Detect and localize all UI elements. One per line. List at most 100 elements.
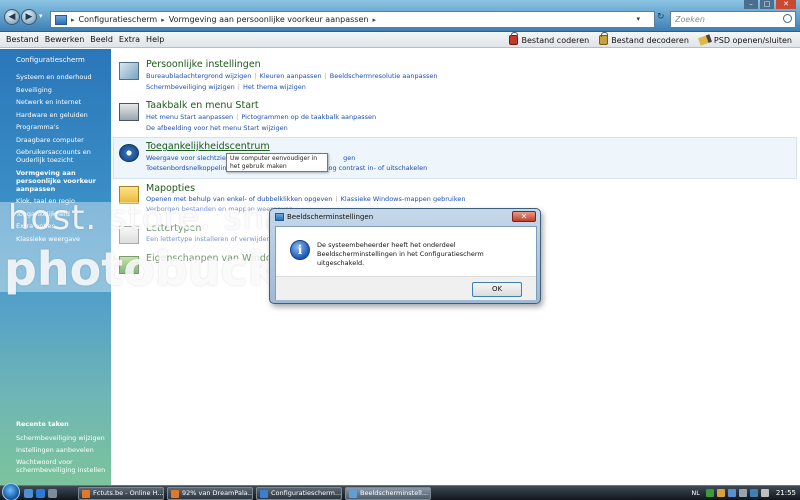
minimize-button[interactable]: – <box>744 0 758 9</box>
psd-toggle-button[interactable]: PSD openen/sluiten <box>697 34 792 46</box>
sidebar-links: Systeem en onderhoud Beveiliging Netwerk… <box>16 73 108 247</box>
link-row: Een lettertype installeren of verwijdere… <box>146 235 280 243</box>
task-link[interactable]: Bureaubladachtergrond wijzigen <box>146 72 251 80</box>
sidebar-item-hardware[interactable]: Hardware en geluiden <box>16 111 108 119</box>
message-dialog: Beeldscherminstellingen ✕ i De systeembe… <box>269 208 541 304</box>
unlock-icon <box>599 32 609 45</box>
breadcrumb-control-panel[interactable]: Configuratiescherm <box>79 15 158 24</box>
task-label: Fctuts.be - Online H... <box>93 489 164 497</box>
start-button[interactable] <box>2 483 20 500</box>
ok-button[interactable]: OK <box>472 282 522 297</box>
category-title[interactable]: Taakbalk en menu Start <box>146 100 259 111</box>
decode-file-button[interactable]: Bestand decoderen <box>599 32 689 45</box>
quick-launch <box>24 489 57 498</box>
link-row: Openen met behulp van enkel- of dubbelkl… <box>146 195 468 203</box>
sidebar-item-accessibility[interactable]: Toegankelijkheid <box>16 210 108 218</box>
address-bar: ◀ ▶ ▾ ▸ Configuratiescherm ▸ Vormgeving … <box>0 0 800 32</box>
link-separator: | <box>236 113 239 121</box>
tray-app-icon[interactable] <box>738 489 747 497</box>
task-link[interactable]: Toetsenbordsnelkoppeling <box>146 164 231 172</box>
sidebar-item-extra-options[interactable]: Extra opties <box>16 222 108 230</box>
task-link[interactable]: Kleuren aanpassen <box>260 72 322 80</box>
category-title[interactable]: Lettertypen <box>146 223 201 234</box>
recent-tasks: Recente taken Schermbeveiliging wijzigen… <box>16 420 108 478</box>
menu-tools[interactable]: Extra <box>119 35 140 44</box>
clock[interactable]: 21:55 <box>776 489 796 497</box>
forward-button[interactable]: ▶ <box>21 9 37 25</box>
control-panel-icon <box>260 490 268 498</box>
task-link[interactable]: Het thema wijzigen <box>243 83 306 91</box>
dialog-title: Beeldscherminstellingen <box>287 213 374 221</box>
recent-tasks-heading: Recente taken <box>16 420 69 428</box>
security-icon[interactable] <box>716 489 725 497</box>
taskbar-task[interactable]: Beeldscherminstell... <box>345 487 431 500</box>
dialog-close-button[interactable]: ✕ <box>512 211 536 222</box>
taskbar-task[interactable]: 92% van DreamPala... <box>167 487 253 500</box>
dialog-titlebar[interactable]: Beeldscherminstellingen ✕ <box>270 209 540 225</box>
link-row: De afbeelding voor het menu Start wijzig… <box>146 124 291 132</box>
windows-sidebar-icon <box>119 256 139 274</box>
chevron-right-icon: ▸ <box>372 15 376 24</box>
encode-file-label: Bestand coderen <box>521 35 590 45</box>
lock-icon <box>509 32 519 45</box>
search-icon[interactable] <box>783 14 792 23</box>
task-link[interactable]: Hoog contrast in- of uitschakelen <box>320 164 428 172</box>
volume-icon[interactable] <box>760 489 769 497</box>
encode-file-button[interactable]: Bestand coderen <box>509 32 590 45</box>
language-indicator[interactable]: NL <box>691 489 699 497</box>
taskbar-task[interactable]: Fctuts.be - Online H... <box>78 487 164 500</box>
refresh-button[interactable]: ↻ <box>657 12 669 26</box>
recent-pages-dropdown[interactable]: ▾ <box>39 12 43 20</box>
task-link[interactable]: Schermbeveiliging wijzigen <box>146 83 235 91</box>
task-link[interactable]: Een lettertype installeren of verwijdere… <box>146 235 277 243</box>
sidebar-item-programs[interactable]: Programma's <box>16 123 108 131</box>
taskbar-task[interactable]: Configuratiescherm... <box>256 487 342 500</box>
chevron-down-icon[interactable]: ▾ <box>636 12 640 27</box>
address-field[interactable]: ▸ Configuratiescherm ▸ Vormgeving aan pe… <box>50 11 655 28</box>
tray-app-icon[interactable] <box>749 489 758 497</box>
recent-task-link[interactable]: Instellingen aanbevelen <box>16 446 108 454</box>
category-title[interactable]: Mapopties <box>146 183 195 194</box>
switch-windows-icon[interactable] <box>48 489 57 498</box>
system-tray: NL 21:55 <box>691 486 800 500</box>
breadcrumb-appearance[interactable]: Vormgeving aan persoonlijke voorkeur aan… <box>169 15 369 24</box>
task-link[interactable]: Weergave voor slechtziend <box>146 154 234 162</box>
link-separator: | <box>254 72 257 80</box>
sidebar-item-clock-language[interactable]: Klok, taal en regio <box>16 197 108 205</box>
category-personalization: Persoonlijke instellingen Bureaubladacht… <box>119 59 679 99</box>
back-button[interactable]: ◀ <box>4 9 20 25</box>
sidebar-home-link[interactable]: Configuratiescherm <box>16 56 85 64</box>
task-link[interactable]: Het menu Start aanpassen <box>146 113 233 121</box>
task-link[interactable]: Pictogrammen op de taakbalk aanpassen <box>241 113 376 121</box>
internet-explorer-icon[interactable] <box>36 489 45 498</box>
close-button[interactable]: ✕ <box>776 0 796 9</box>
show-desktop-icon[interactable] <box>24 489 33 498</box>
maximize-button[interactable]: □ <box>760 0 774 9</box>
decode-file-label: Bestand decoderen <box>611 35 689 45</box>
display-settings-icon <box>349 490 357 498</box>
sidebar-item-security[interactable]: Beveiliging <box>16 86 108 94</box>
task-link[interactable]: De afbeelding voor het menu Start wijzig… <box>146 124 288 132</box>
menu-view[interactable]: Beeld <box>90 35 113 44</box>
recent-task-link[interactable]: Schermbeveiliging wijzigen <box>16 434 108 442</box>
task-label: Configuratiescherm... <box>271 489 342 497</box>
menu-file[interactable]: Bestand <box>6 35 39 44</box>
network-icon[interactable] <box>705 489 714 497</box>
task-link[interactable]: gen <box>343 154 355 162</box>
menu-edit[interactable]: Bewerken <box>45 35 85 44</box>
task-link[interactable]: Beeldschermresolutie aanpassen <box>330 72 438 80</box>
menu-help[interactable]: Help <box>146 35 164 44</box>
search-input[interactable]: Zoeken <box>670 11 796 28</box>
recent-task-link[interactable]: Wachtwoord voor schermbeveiliging instel… <box>16 458 108 474</box>
sidebar-item-mobile-pc[interactable]: Draagbare computer <box>16 136 108 144</box>
category-title[interactable]: Toegankelijkheidscentrum <box>146 141 270 152</box>
category-title[interactable]: Persoonlijke instellingen <box>146 59 261 70</box>
tray-app-icon[interactable] <box>727 489 736 497</box>
sidebar-item-user-accounts[interactable]: Gebruikersaccounts en Ouderlijk toezicht <box>16 148 108 164</box>
sidebar-item-classic-view[interactable]: Klassieke weergave <box>16 235 108 243</box>
sidebar-item-network[interactable]: Netwerk en internet <box>16 98 108 106</box>
sidebar-item-appearance[interactable]: Vormgeving aan persoonlijke voorkeur aan… <box>16 169 108 193</box>
sidebar-item-system[interactable]: Systeem en onderhoud <box>16 73 108 81</box>
task-link[interactable]: Openen met behulp van enkel- of dubbelkl… <box>146 195 332 203</box>
task-link[interactable]: Klassieke Windows-mappen gebruiken <box>341 195 466 203</box>
